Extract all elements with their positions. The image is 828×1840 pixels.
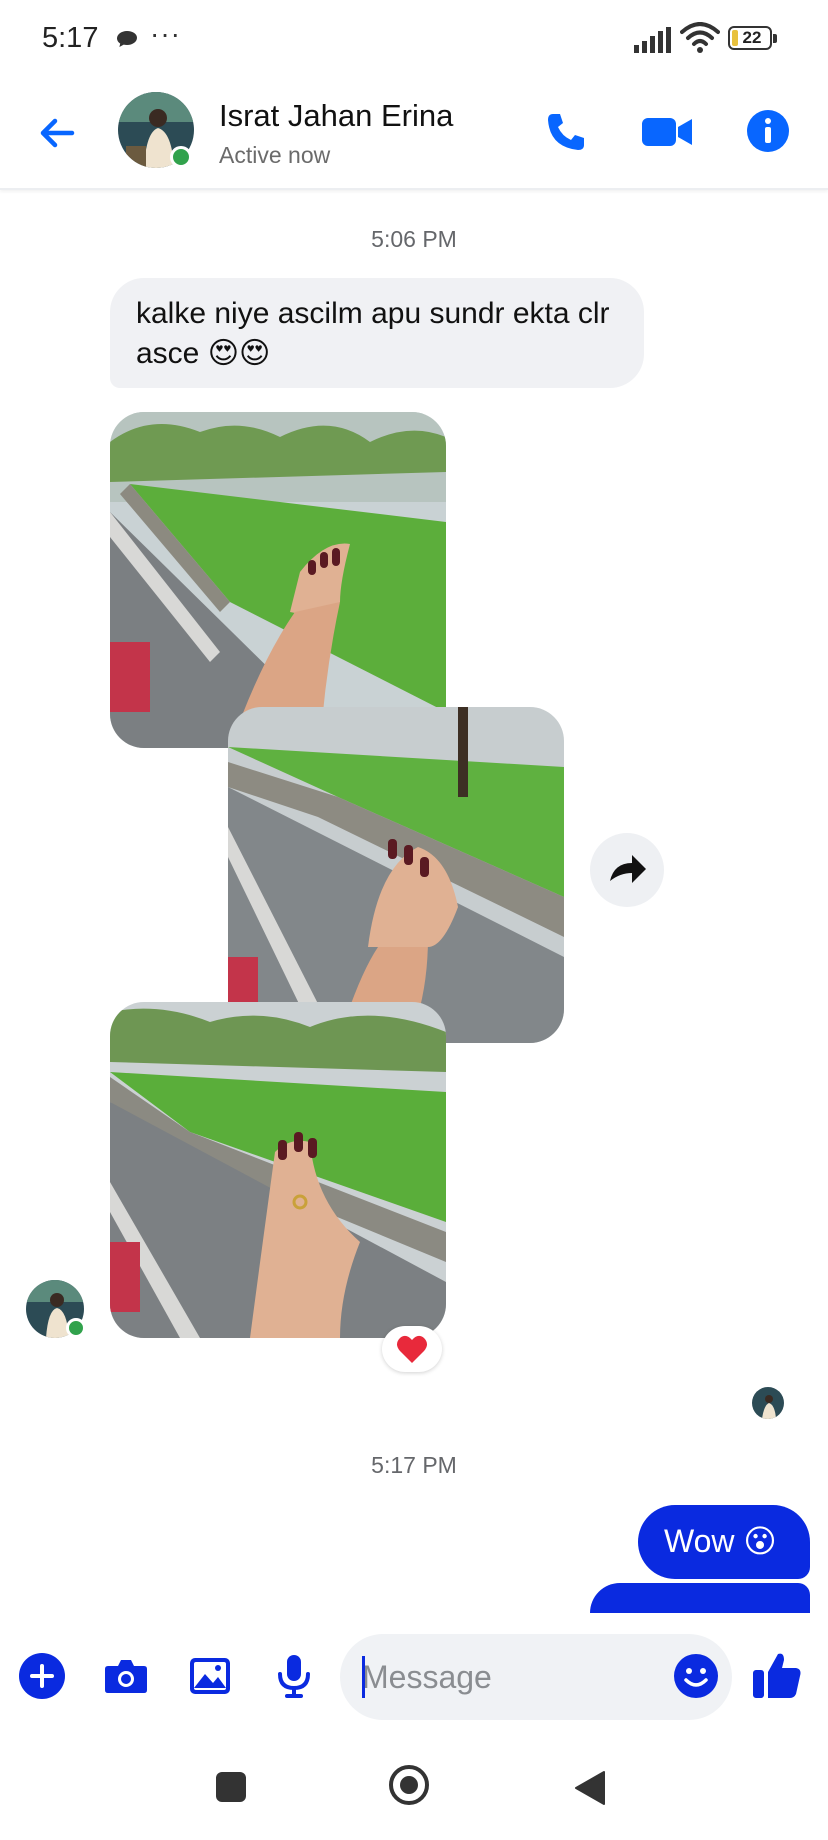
incoming-message-text: kalke niye ascilm apu sundr ekta clr asc…	[136, 297, 610, 370]
text-cursor	[362, 1656, 365, 1698]
battery-percentage: 22	[742, 28, 762, 47]
message-timestamp: 5:06 PM	[371, 226, 457, 252]
seen-receipt-avatar	[752, 1387, 784, 1419]
emoji-icon[interactable]	[672, 1652, 720, 1700]
recent-apps-button[interactable]	[216, 1772, 246, 1802]
share-arrow-icon	[610, 855, 646, 883]
info-icon[interactable]	[746, 109, 790, 153]
plus-icon[interactable]	[18, 1652, 66, 1700]
online-status-dot	[66, 1318, 86, 1338]
outgoing-message-text: Wow 😮	[664, 1523, 777, 1559]
status-time: 5:17	[42, 22, 99, 54]
camera-icon[interactable]	[102, 1652, 150, 1700]
thumbs-up-icon[interactable]	[750, 1648, 804, 1702]
outgoing-message-bubble-partial[interactable]	[590, 1583, 810, 1613]
heart-icon	[397, 1335, 427, 1363]
share-button[interactable]	[590, 833, 664, 907]
message-timestamp: 5:17 PM	[371, 1452, 457, 1478]
contact-active-status: Active now	[219, 142, 331, 168]
online-status-dot	[170, 146, 192, 168]
microphone-icon[interactable]	[270, 1652, 318, 1700]
shared-photo[interactable]	[228, 707, 564, 1043]
heart-reaction[interactable]	[382, 1326, 442, 1372]
chat-bubble-notification-icon	[117, 31, 137, 47]
signal-icon	[634, 27, 671, 53]
back-arrow-icon[interactable]	[34, 110, 80, 156]
more-notifications-indicator: ···	[150, 18, 181, 49]
shared-photo[interactable]	[110, 412, 446, 748]
system-back-icon[interactable]	[574, 1770, 606, 1806]
gallery-icon[interactable]	[186, 1652, 234, 1700]
message-input[interactable]	[362, 1654, 662, 1700]
video-camera-icon[interactable]	[640, 112, 694, 152]
contact-name[interactable]: Israt Jahan Erina	[219, 98, 453, 134]
home-button[interactable]	[389, 1765, 429, 1805]
shared-photo[interactable]	[110, 1002, 446, 1338]
wifi-icon	[680, 22, 720, 53]
battery-indicator: 22	[728, 26, 780, 52]
phone-icon[interactable]	[544, 110, 588, 154]
